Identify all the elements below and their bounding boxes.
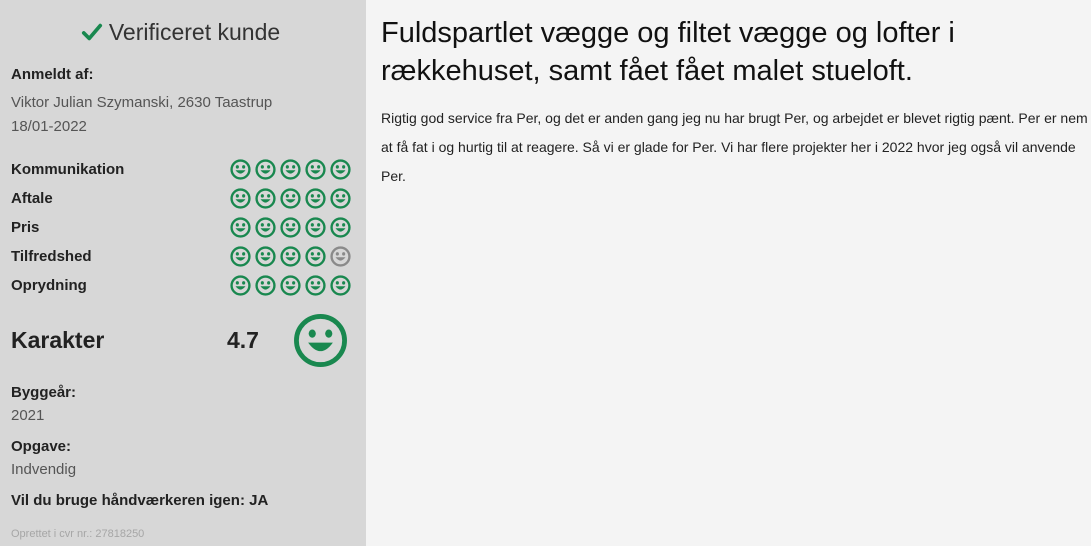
review-content: Fuldspartlet vægge og filtet vægge og lo… [366,0,1091,546]
rating-row: Kommunikation [11,155,351,184]
smiley-icon [330,188,351,209]
reuse-answer: Vil du bruge håndværkeren igen: JA [11,492,269,509]
job-info: Byggeår: 2021 Opgave: Indvendig Vil du b… [11,384,350,509]
task-label: Opgave: [11,438,72,455]
rating-row: Tilfredshed [11,242,351,271]
smiley-icon [330,159,351,180]
smiley-icon [230,217,251,238]
reviewer-info: Anmeldt af: Viktor Julian Szymanski, 263… [11,66,350,139]
check-icon [81,23,102,41]
smiley-icon [255,188,276,209]
verified-label: Verificeret kunde [108,18,281,45]
rating-faces [230,217,351,238]
review-card: Verificeret kunde Anmeldt af: Viktor Jul… [0,0,1091,546]
rating-row: Pris [11,213,351,242]
rating-label: Kommunikation [11,161,125,178]
smiley-icon [280,246,301,267]
build-year-label: Byggeår: [11,384,77,401]
review-sidebar: Verificeret kunde Anmeldt af: Viktor Jul… [0,0,366,546]
smiley-icon [294,313,347,367]
smiley-icon [255,217,276,238]
task-value: Indvendig [11,461,77,478]
review-text: Rigtig god service fra Per, og det er an… [381,110,1088,184]
rating-faces [230,246,351,267]
smiley-icon [305,159,326,180]
smiley-icon [230,246,251,267]
rating-faces [230,188,351,209]
smiley-icon [305,188,326,209]
smiley-icon [255,159,276,180]
smiley-icon [305,275,326,296]
smiley-icon [255,275,276,296]
smiley-icon [280,217,301,238]
rating-label: Pris [11,219,40,236]
grade-value: 4.7 [227,326,259,353]
rating-faces [230,275,351,296]
reviewed-by-label: Anmeldt af: [11,66,94,83]
cvr-note: Oprettet i cvr nr.: 27818250 [11,528,145,540]
smiley-icon [305,246,326,267]
smiley-icon [280,159,301,180]
rating-label: Tilfredshed [11,248,92,265]
smiley-icon [280,275,301,296]
rating-row: Aftale [11,184,351,213]
rating-faces [230,159,351,180]
smiley-icon [330,217,351,238]
rating-label: Oprydning [11,277,87,294]
smiley-icon [230,275,251,296]
grade-label: Karakter [11,326,105,353]
smiley-icon [330,246,351,267]
verified-badge: Verificeret kunde [11,16,350,48]
smiley-icon [230,188,251,209]
smiley-icon [305,217,326,238]
smiley-icon [230,159,251,180]
ratings-list: Kommunikation Aftale Pris Tilfredshed Op… [11,155,351,300]
rating-row: Oprydning [11,271,351,300]
review-title: Fuldspartlet vægge og filtet vægge og lo… [381,17,955,87]
build-year: 2021 [11,407,45,424]
overall-grade: Karakter 4.7 [11,312,350,368]
review-date: 18/01-2022 [11,118,87,135]
rating-label: Aftale [11,190,53,207]
smiley-icon [255,246,276,267]
smiley-icon [330,275,351,296]
smiley-icon [280,188,301,209]
reviewer-name: Viktor Julian Szymanski, 2630 Taastrup [11,94,273,111]
